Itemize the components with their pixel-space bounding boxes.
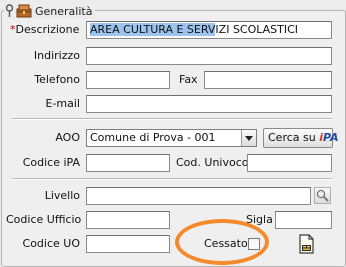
ipa-logo: iPA — [319, 131, 339, 144]
magnifier-icon — [316, 189, 329, 202]
email-field[interactable] — [86, 95, 332, 113]
codice-ufficio-field[interactable] — [86, 211, 170, 229]
cod-univoco-field[interactable] — [247, 154, 332, 172]
cessato-checkbox[interactable] — [248, 238, 260, 250]
fax-field[interactable] — [204, 71, 332, 89]
livello-search-button[interactable] — [314, 187, 331, 204]
sigla-label: Sigla — [246, 213, 273, 226]
pin-icon — [5, 4, 14, 17]
descrizione-text: IZI SCOLASTICI — [215, 23, 299, 36]
codice-ipa-field[interactable] — [86, 154, 170, 172]
separator — [12, 178, 332, 180]
separator — [12, 118, 332, 120]
cerca-ipa-label: Cerca su — [268, 131, 316, 144]
fax-label: Fax — [179, 73, 198, 86]
document-button[interactable] — [296, 234, 316, 254]
livello-label: Livello — [44, 189, 80, 202]
email-label: E-mail — [45, 97, 81, 110]
chevron-down-icon[interactable] — [241, 130, 256, 146]
aoo-label: AOO — [55, 131, 80, 144]
cerca-ipa-button[interactable]: Cerca su iPA — [263, 128, 339, 148]
livello-field[interactable] — [86, 187, 311, 205]
codice-uo-field[interactable] — [86, 235, 170, 253]
aoo-selected-value: Comune di Prova - 001 — [90, 131, 216, 144]
descrizione-label: *Descrizione — [10, 23, 79, 37]
descrizione-label-text: Descrizione — [15, 23, 80, 36]
cod-univoco-label: Cod. Univoco — [176, 156, 249, 169]
document-icon — [299, 234, 314, 254]
sigla-field[interactable] — [275, 211, 332, 229]
group-title: Generalità — [35, 4, 93, 18]
telefono-field[interactable] — [86, 71, 170, 89]
cessato-label: Cessato — [204, 237, 248, 250]
indirizzo-label: Indirizzo — [33, 49, 80, 62]
telefono-label: Telefono — [34, 73, 80, 86]
descrizione-field[interactable]: AREA CULTURA E SERVIZI SCOLASTICI — [86, 21, 332, 39]
descrizione-selected-text: AREA CULTURA E SERV — [90, 23, 216, 36]
indirizzo-field[interactable] — [86, 47, 332, 65]
codice-uo-label: Codice UO — [22, 237, 80, 250]
codice-ufficio-label: Codice Ufficio — [6, 213, 82, 226]
aoo-select[interactable]: Comune di Prova - 001 — [86, 129, 257, 147]
codice-ipa-label: Codice iPA — [22, 156, 80, 169]
group-header: Generalità — [4, 3, 96, 19]
chest-icon — [16, 4, 32, 18]
